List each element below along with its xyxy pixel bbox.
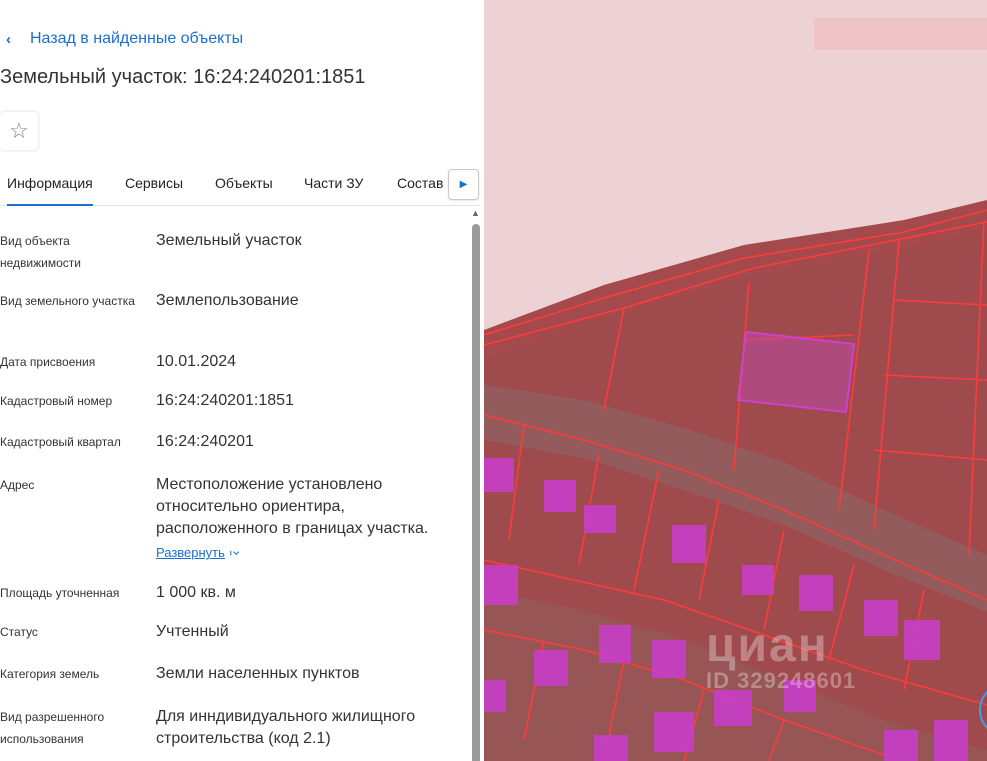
roof bbox=[584, 505, 616, 533]
roof bbox=[742, 565, 774, 595]
expand-label: Развернуть bbox=[156, 545, 225, 560]
field-label: Площадь уточненная bbox=[0, 586, 120, 600]
field-label: Кадастровый квартал bbox=[0, 435, 121, 449]
back-link-label: Назад в найденные объекты bbox=[30, 30, 244, 47]
tab-services[interactable]: Сервисы bbox=[125, 175, 183, 191]
roof bbox=[654, 712, 694, 752]
roof bbox=[534, 650, 568, 686]
roof bbox=[884, 730, 918, 761]
field-cadastral-quarter: Кадастровый квартал 16:24:240201 bbox=[0, 431, 460, 455]
page-title: Земельный участок: 16:24:240201:1851 bbox=[0, 66, 366, 88]
field-value: Местоположение установлено относительно … bbox=[156, 474, 456, 564]
info-panel: ‹ Назад в найденные объекты Земельный уч… bbox=[0, 0, 484, 761]
roof bbox=[672, 525, 706, 563]
field-label: Кадастровый номер bbox=[0, 394, 113, 408]
roof bbox=[652, 640, 686, 678]
field-value: Земельный участок bbox=[156, 232, 302, 249]
field-permitted-use: Вид разрешенного использования Для иннди… bbox=[0, 706, 460, 754]
field-label: Дата присвоения bbox=[0, 355, 96, 369]
field-assignment-date: Дата присвоения 10.01.2024 bbox=[0, 351, 460, 375]
field-label: Категория земель bbox=[0, 667, 100, 681]
field-value: Учтенный bbox=[156, 623, 229, 640]
field-label: Вид разрешенного использования bbox=[0, 710, 105, 746]
roof bbox=[484, 680, 506, 712]
favorite-button[interactable]: ☆ bbox=[0, 112, 38, 150]
roof bbox=[599, 625, 631, 663]
watermark: циан bbox=[706, 619, 829, 672]
map-tint-strip bbox=[814, 18, 987, 50]
roof bbox=[714, 690, 752, 726]
field-value: Для инндивидуального жилищного строитель… bbox=[156, 708, 416, 747]
field-area: Площадь уточненная 1 000 кв. м bbox=[0, 582, 460, 606]
field-value: 16:24:240201 bbox=[156, 433, 254, 450]
field-label: Адрес bbox=[0, 478, 35, 492]
tab-bar: Информация Сервисы Объекты Части ЗУ Сост… bbox=[0, 165, 480, 206]
roof bbox=[544, 480, 576, 512]
tab-objects[interactable]: Объекты bbox=[215, 175, 273, 191]
field-label: Статус bbox=[0, 625, 38, 639]
tabs-scroll-right-button[interactable]: ▶ bbox=[448, 169, 479, 200]
tab-parts[interactable]: Части ЗУ bbox=[304, 175, 363, 191]
field-land-category: Категория земель Земли населенных пункто… bbox=[0, 663, 460, 687]
tab-information[interactable]: Информация bbox=[7, 175, 93, 206]
field-parcel-kind: Вид земельного участка Землепользование bbox=[0, 290, 460, 338]
field-value: 16:24:240201:1851 bbox=[156, 392, 294, 409]
chevron-left-icon: ‹ bbox=[6, 30, 11, 48]
panel-scrollbar[interactable]: ▲ bbox=[470, 208, 482, 761]
cadastral-map[interactable]: циан ID 329248601 bbox=[484, 0, 987, 761]
back-to-results-link[interactable]: ‹ Назад в найденные объекты bbox=[6, 28, 243, 50]
field-status: Статус Учтенный bbox=[0, 621, 460, 645]
roof bbox=[799, 575, 833, 611]
roof bbox=[864, 600, 898, 636]
selected-parcel[interactable] bbox=[736, 330, 856, 414]
field-address: Адрес Местоположение установлено относит… bbox=[0, 474, 460, 566]
watermark-id: ID 329248601 bbox=[706, 668, 857, 693]
field-label: Вид объекта недвижимости bbox=[0, 234, 81, 270]
field-cadastral-number: Кадастровый номер 16:24:240201:1851 bbox=[0, 390, 460, 414]
roof bbox=[594, 735, 628, 761]
field-label: Вид земельного участка bbox=[0, 294, 135, 308]
scroll-up-arrow-icon[interactable]: ▲ bbox=[471, 208, 480, 218]
expand-address-link[interactable]: Развернуть › bbox=[156, 542, 245, 564]
roof bbox=[904, 620, 940, 660]
roof bbox=[484, 458, 514, 492]
tab-composition[interactable]: Состав bbox=[397, 175, 443, 191]
roof bbox=[484, 565, 518, 605]
address-text: Местоположение установлено относительно … bbox=[156, 476, 429, 537]
chevron-down-icon: › bbox=[229, 550, 246, 556]
roof bbox=[934, 720, 968, 761]
field-value: Земли населенных пунктов bbox=[156, 665, 360, 682]
scrollbar-thumb[interactable] bbox=[472, 224, 480, 761]
field-object-type: Вид объекта недвижимости Земельный участ… bbox=[0, 230, 460, 278]
field-value: 1 000 кв. м bbox=[156, 584, 236, 601]
field-value: Землепользование bbox=[156, 292, 299, 309]
caret-right-icon: ▶ bbox=[459, 179, 468, 190]
star-outline-icon: ☆ bbox=[9, 118, 29, 143]
field-value: 10.01.2024 bbox=[156, 353, 237, 370]
